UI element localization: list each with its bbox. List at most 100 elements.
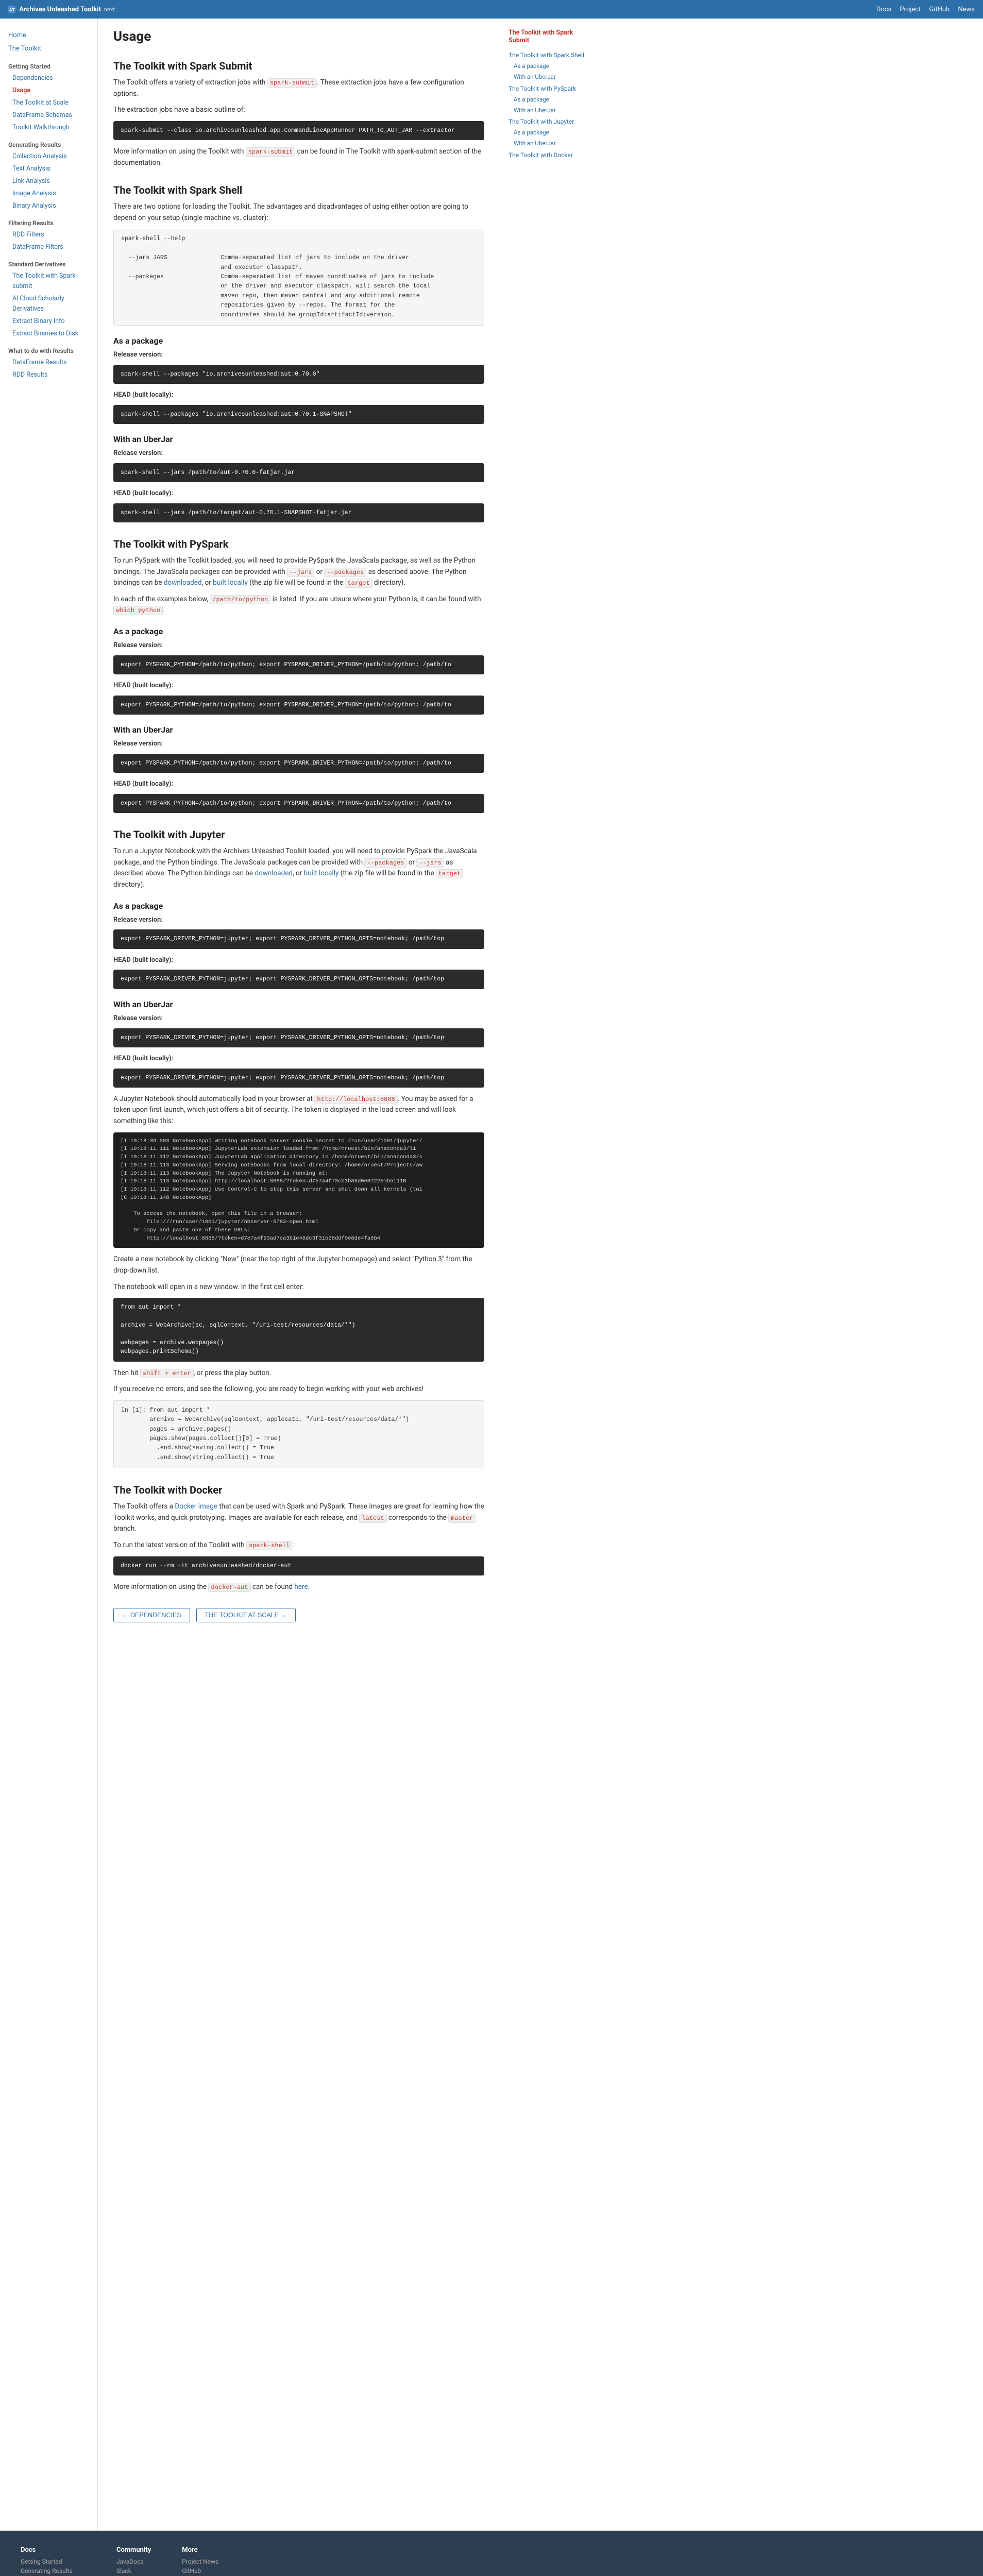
sidebar-item-dataframe-schemas[interactable]: DataFrame Schemas (8, 109, 92, 122)
spark-shell-release-code: spark-shell --packages "io.archivesunlea… (113, 365, 484, 384)
footer-community-col: Community JavaDocs Slack Twitter Gitter … (116, 2546, 151, 2576)
docker-heading: The Toolkit with Docker (113, 1484, 484, 1496)
docker-image-link[interactable]: Docker image (175, 1502, 217, 1511)
toc-spark-shell-uberjar[interactable]: With an UberJar (509, 72, 595, 82)
footer-community-title: Community (116, 2546, 151, 2554)
toc-docker[interactable]: The Toolkit with Docker (509, 149, 595, 161)
footer-javadocs[interactable]: JavaDocs (116, 2558, 151, 2565)
news-link[interactable]: News (958, 6, 975, 13)
sidebar-section-filtering: Filtering Results (8, 219, 92, 227)
docker-more-info: More information on using the docker-aut… (113, 1582, 484, 1593)
sidebar-item-dataframe-filters[interactable]: DataFrame Filters (8, 241, 92, 253)
jupyter-uberjar-release-code: export PYSPARK_DRIVER_PYTHON=jupyter; ex… (113, 1028, 484, 1047)
footer-docs-title: Docs (21, 2546, 86, 2554)
sidebar-item-dependencies[interactable]: Dependencies (8, 72, 92, 84)
footer: Docs Getting Started Generating Results … (0, 2531, 983, 2576)
toc-section: The Toolkit with Spark Shell As a packag… (509, 49, 595, 161)
page-title: Usage (113, 29, 484, 44)
toc-spark-shell-package[interactable]: As a package (509, 61, 595, 72)
pyspark-intro: To run PySpark with the Toolkit loaded, … (113, 555, 484, 589)
jupyter-open-text: The notebook will open in a new window. … (113, 1282, 484, 1293)
sidebar-item-extract-disk[interactable]: Extract Binaries to Disk (8, 328, 92, 340)
jupyter-release-code: export PYSPARK_DRIVER_PYTHON=jupyter; ex… (113, 929, 484, 948)
jupyter-download-link[interactable]: downloaded (255, 869, 293, 877)
prev-button[interactable]: ← DEPENDENCIES (113, 1608, 190, 1622)
docs-link[interactable]: Docs (876, 6, 891, 13)
jupyter-package-heading: As a package (113, 901, 484, 911)
toc-pyspark[interactable]: The Toolkit with PySpark (509, 83, 595, 94)
github-link[interactable]: GitHub (929, 6, 950, 13)
sidebar-item-usage[interactable]: Usage (8, 84, 92, 97)
next-button[interactable]: THE TOOLKIT AT SCALE → (196, 1608, 296, 1622)
pyspark-release-label: Release version: (113, 640, 484, 651)
pyspark-heading: The Toolkit with PySpark (113, 538, 484, 550)
jupyter-create-text: Create a new notebook by clicking "New" … (113, 1254, 484, 1276)
footer-project-news[interactable]: Project News (182, 2558, 218, 2565)
spark-shell-intro: There are two options for loading the To… (113, 201, 484, 224)
sidebar-item-home[interactable]: Home (8, 29, 92, 42)
toc-title: The Toolkit with Spark Submit (509, 29, 595, 44)
jupyter-uberjar-head-code: export PYSPARK_DRIVER_PYTHON=jupyter; ex… (113, 1069, 484, 1088)
jupyter-success-text: If you receive no errors, and see the fo… (113, 1384, 484, 1395)
sidebar-item-rdd-filters[interactable]: RDD Filters (8, 229, 92, 241)
toc-spark-shell[interactable]: The Toolkit with Spark Shell (509, 49, 595, 61)
pyspark-uberjar-heading: With an UberJar (113, 725, 484, 735)
spark-submit-code: spark-submit --class io.archivesunleashe… (113, 121, 484, 140)
sidebar-item-toolkit-scale[interactable]: The Toolkit at Scale (8, 97, 92, 109)
footer-generating[interactable]: Generating Results (21, 2567, 86, 2574)
toc-jupyter[interactable]: The Toolkit with Jupyter (509, 116, 595, 127)
pyspark-head-code: export PYSPARK_PYTHON=/path/to/python; e… (113, 696, 484, 715)
docker-here-link[interactable]: here (294, 1583, 308, 1591)
top-navigation: AT Archives Unleashed Toolkit next Docs … (0, 0, 983, 19)
docker-intro: The Toolkit offers a Docker image that c… (113, 1501, 484, 1535)
toc-jupyter-uberjar[interactable]: With an UberJar (509, 138, 595, 149)
footer-github[interactable]: GitHub (182, 2567, 218, 2574)
jupyter-local-link[interactable]: built locally (304, 869, 339, 877)
sidebar-section-standard: Standard Derivatives (8, 261, 92, 268)
sidebar-item-text-analysis[interactable]: Text Analysis (8, 163, 92, 175)
sidebar-item-dataframe-results[interactable]: DataFrame Results (8, 357, 92, 369)
spark-submit-intro: The Toolkit offers a variety of extracti… (113, 77, 484, 99)
sidebar-item-binary-analysis[interactable]: Binary Analysis (8, 200, 92, 212)
sidebar-item-spark-submit[interactable]: The Toolkit with Spark-submit (8, 270, 92, 293)
pyspark-head-label: HEAD (built locally): (113, 681, 484, 691)
spark-shell-head-label: HEAD (built locally): (113, 390, 484, 401)
sidebar-item-toolkit-walkthrough[interactable]: Toolkit Walkthrough (8, 122, 92, 134)
footer-slack[interactable]: Slack (116, 2567, 151, 2574)
sidebar-section-getting-started: Getting Started (8, 63, 92, 70)
svg-text:AT: AT (9, 8, 15, 13)
spark-submit-outline: The extraction jobs have a basic outline… (113, 105, 484, 116)
jupyter-head-label: HEAD (built locally): (113, 955, 484, 966)
sidebar-item-collection-analysis[interactable]: Collection Analysis (8, 150, 92, 163)
spark-submit-more: More information on using the Toolkit wi… (113, 146, 484, 168)
jupyter-then-text: Then hit shift + enter, or press the pla… (113, 1368, 484, 1379)
pyspark-uberjar-release-code: export PYSPARK_PYTHON=/path/to/python; e… (113, 754, 484, 773)
footer-getting-started[interactable]: Getting Started (21, 2558, 86, 2565)
jupyter-terminal-output: [I 10:18:39.003 NotebookApp] Writing not… (113, 1132, 484, 1248)
right-sidebar: The Toolkit with Spark Submit The Toolki… (500, 19, 603, 2531)
spark-shell-release-label: Release version: (113, 350, 484, 361)
sidebar-item-scholarly[interactable]: Al Cloud Scholarly Derivatives (8, 293, 92, 315)
sidebar-item-toolkit[interactable]: The Toolkit (8, 42, 92, 56)
logo-icon: AT (8, 6, 15, 13)
docker-run-text: To run the latest version of the Toolkit… (113, 1540, 484, 1551)
nav-links: Docs Project GitHub News (876, 6, 975, 13)
sidebar-item-rdd-results[interactable]: RDD Results (8, 369, 92, 381)
toc-pyspark-package[interactable]: As a package (509, 94, 595, 105)
spark-shell-help-code: spark-shell --help --jars JARS Comma-sep… (113, 229, 484, 326)
sidebar-item-image-analysis[interactable]: Image Analysis (8, 188, 92, 200)
jupyter-uberjar-heading: With an UberJar (113, 999, 484, 1009)
toc-pyspark-uberjar[interactable]: With an UberJar (509, 105, 595, 116)
pyspark-download-link[interactable]: downloaded (164, 579, 202, 587)
jupyter-output-code: In [1]: from aut import * archive = WebA… (113, 1400, 484, 1468)
sidebar-item-extract-binary[interactable]: Extract Binary Info (8, 315, 92, 328)
pyspark-uberjar-head-code: export PYSPARK_PYTHON=/path/to/python; e… (113, 794, 484, 813)
project-link[interactable]: Project (900, 6, 921, 13)
nav-buttons: ← DEPENDENCIES THE TOOLKIT AT SCALE → (113, 1608, 484, 1622)
pyspark-local-link[interactable]: built locally (213, 579, 248, 587)
toc-jupyter-package[interactable]: As a package (509, 127, 595, 138)
sidebar-item-link-analysis[interactable]: Link Analysis (8, 175, 92, 188)
spark-submit-heading: The Toolkit with Spark Submit (113, 60, 484, 72)
jupyter-release-label: Release version: (113, 915, 484, 926)
jupyter-import-code: from aut import * archive = WebArchive(s… (113, 1298, 484, 1362)
